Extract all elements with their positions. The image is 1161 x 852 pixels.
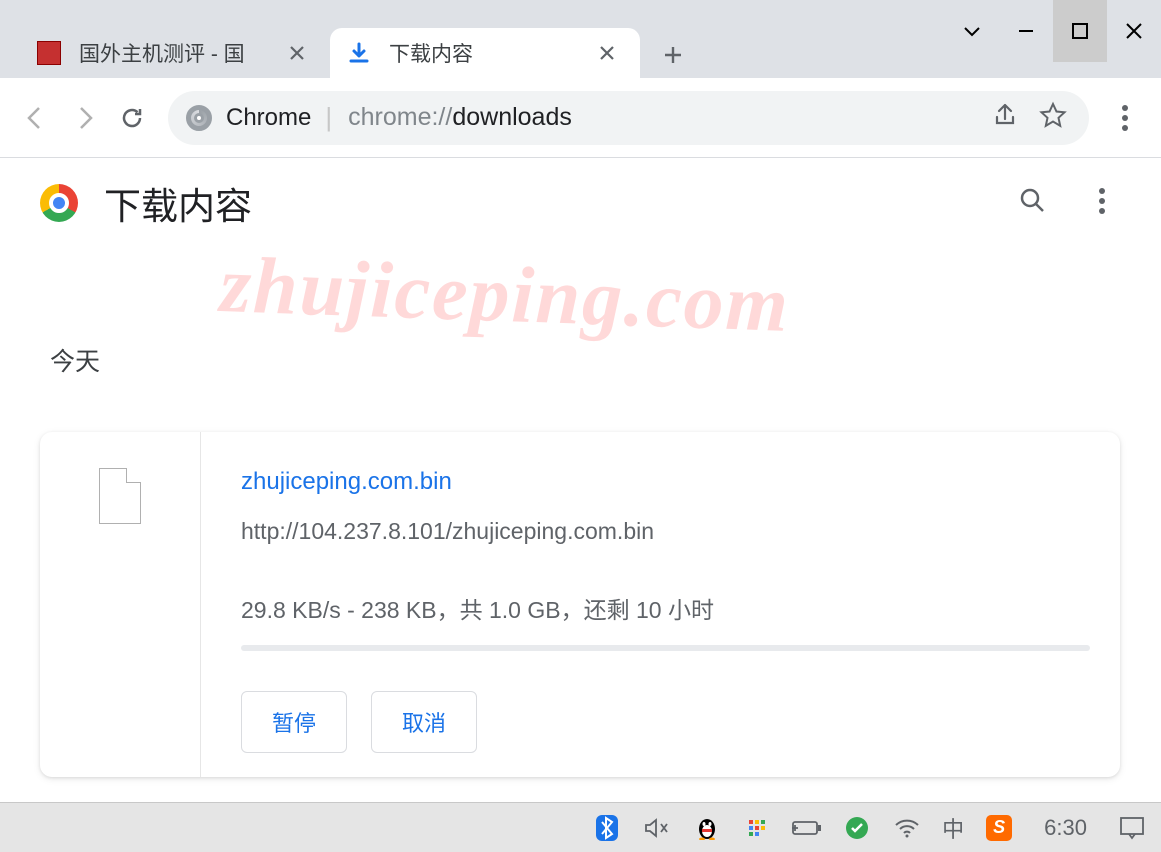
page-title: 下载内容: [104, 176, 252, 230]
sogou-ime-icon[interactable]: S: [984, 813, 1014, 843]
battery-icon[interactable]: [792, 813, 822, 843]
notifications-icon[interactable]: [1117, 813, 1147, 843]
date-section-header: 今天: [50, 342, 1161, 378]
file-thumbnail-area: [40, 432, 200, 777]
pause-button[interactable]: 暂停: [241, 691, 347, 753]
new-tab-button[interactable]: [650, 32, 696, 78]
back-button[interactable]: [12, 94, 60, 142]
downloads-content: 今天 zhujiceping.com.bin http://104.237.8.…: [0, 342, 1161, 777]
close-icon[interactable]: [286, 42, 308, 64]
download-filename-link[interactable]: zhujiceping.com.bin: [241, 468, 1090, 496]
close-window-button[interactable]: [1107, 0, 1161, 62]
cancel-button[interactable]: 取消: [371, 691, 477, 753]
download-progress-bar: [241, 645, 1090, 651]
close-icon[interactable]: [596, 42, 618, 64]
forward-button[interactable]: [60, 94, 108, 142]
share-icon[interactable]: [991, 101, 1019, 134]
chrome-logo-icon: [40, 184, 78, 222]
tab-inactive-0[interactable]: 国外主机测评 - 国: [20, 28, 330, 78]
browser-toolbar: Chrome | chrome://downloads: [0, 78, 1161, 158]
download-status: 29.8 KB/s - 238 KB，共 1.0 GB，还剩 10 小时: [241, 591, 1090, 625]
url-text: chrome://downloads: [348, 103, 572, 132]
tab-overflow-button[interactable]: [945, 0, 999, 62]
system-tray: 中 S 6:30: [592, 813, 1147, 843]
site-chip: Chrome |: [186, 102, 346, 133]
clock[interactable]: 6:30: [1034, 815, 1097, 841]
address-bar[interactable]: Chrome | chrome://downloads: [168, 91, 1089, 145]
browser-menu-button[interactable]: [1101, 94, 1149, 142]
file-icon: [99, 468, 141, 524]
minimize-button[interactable]: [999, 0, 1053, 62]
maximize-button[interactable]: [1053, 0, 1107, 62]
tab-title: 下载内容: [389, 38, 584, 68]
wifi-icon[interactable]: [892, 813, 922, 843]
taskbar: 中 S 6:30: [0, 802, 1161, 852]
reload-button[interactable]: [108, 94, 156, 142]
qq-penguin-icon[interactable]: [692, 813, 722, 843]
tab-title: 国外主机测评 - 国: [79, 38, 274, 68]
bluetooth-icon[interactable]: [592, 813, 622, 843]
watermark-text: zhujiceping.com: [219, 240, 792, 351]
ime-indicator[interactable]: 中: [942, 813, 964, 843]
page-menu-icon[interactable]: [1098, 187, 1106, 220]
chip-separator: |: [325, 102, 332, 133]
window-controls: [945, 0, 1161, 62]
color-grid-icon[interactable]: [742, 813, 772, 843]
download-item-card: zhujiceping.com.bin http://104.237.8.101…: [40, 432, 1120, 777]
security-ok-icon[interactable]: [842, 813, 872, 843]
search-icon[interactable]: [1018, 186, 1048, 221]
bookmark-icon[interactable]: [1039, 101, 1067, 134]
chip-label: Chrome: [226, 104, 311, 132]
window-titlebar: 国外主机测评 - 国 下载内容: [0, 0, 1161, 78]
volume-mute-icon[interactable]: [642, 813, 672, 843]
downloads-header: 下载内容: [0, 158, 1161, 248]
tab-active-1[interactable]: 下载内容: [330, 28, 640, 78]
download-source-url: http://104.237.8.101/zhujiceping.com.bin: [241, 518, 1090, 545]
download-icon: [345, 39, 373, 67]
favicon-site: [35, 39, 63, 67]
